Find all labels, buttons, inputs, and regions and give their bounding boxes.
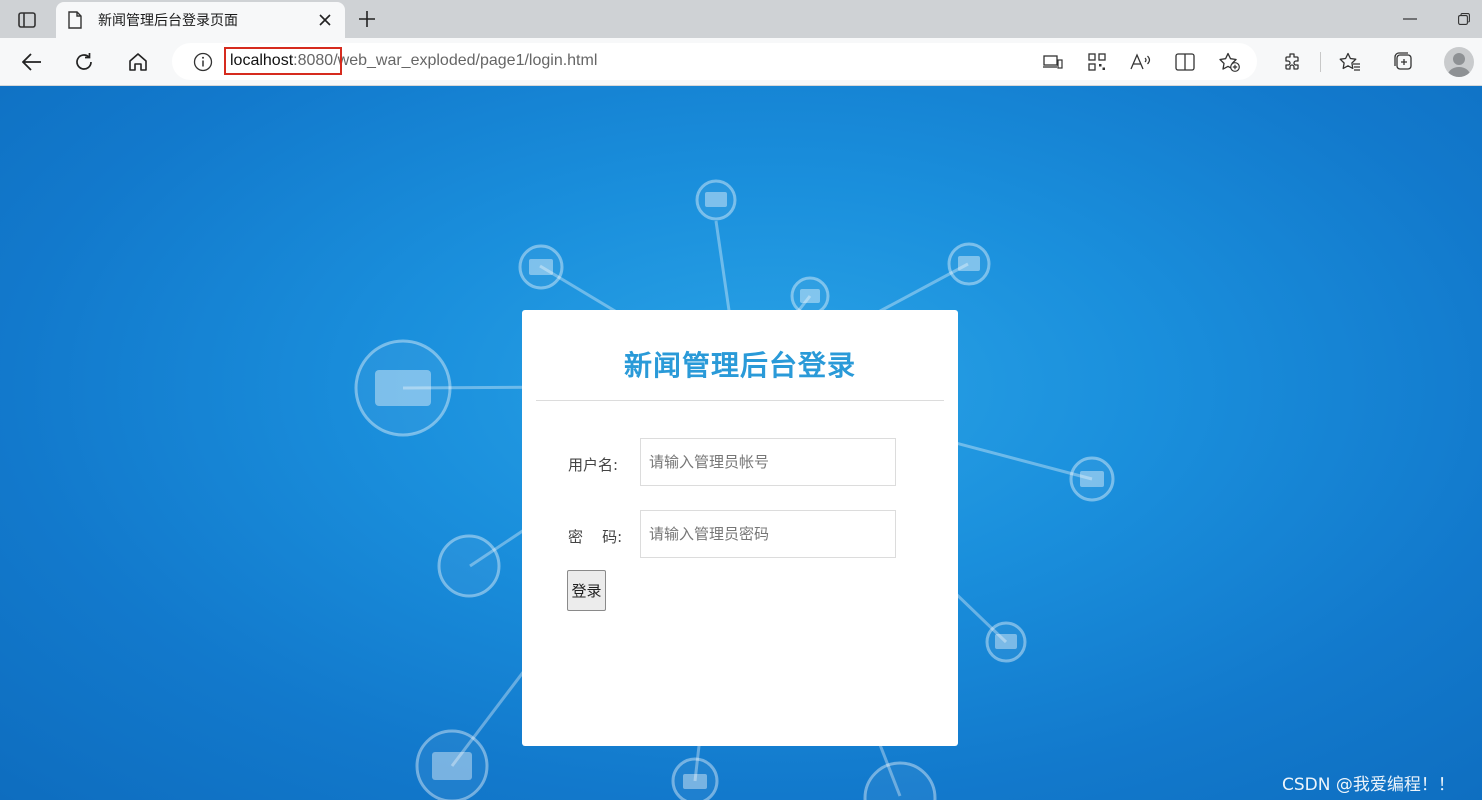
password-input[interactable]: [640, 510, 896, 558]
close-tab-icon[interactable]: [311, 6, 339, 34]
split-screen-icon[interactable]: [1172, 49, 1198, 75]
tab-strip: 新闻管理后台登录页面: [0, 0, 1482, 38]
app-available-icon[interactable]: [1040, 49, 1066, 75]
login-button[interactable]: 登录: [567, 570, 606, 611]
url-highlight-box: [224, 47, 342, 75]
csdn-watermark: CSDN @我爱编程！！: [1282, 775, 1455, 795]
restore-icon[interactable]: [1452, 8, 1476, 30]
collections-icon[interactable]: [1388, 46, 1420, 78]
login-page: 新闻管理后台登录 用户名: 密 码: 登录: [0, 86, 1482, 800]
title-divider: [536, 400, 944, 401]
refresh-icon[interactable]: [68, 46, 100, 78]
password-label: 密 码:: [568, 528, 623, 546]
add-favorite-icon[interactable]: [1216, 49, 1242, 75]
qr-code-icon[interactable]: [1084, 49, 1110, 75]
minimize-icon[interactable]: [1398, 8, 1422, 30]
url-path: /web_war_exploded/page1/login.html: [333, 52, 598, 69]
favorites-icon[interactable]: [1334, 46, 1366, 78]
info-icon[interactable]: [192, 51, 214, 73]
home-icon[interactable]: [122, 46, 154, 78]
extensions-icon[interactable]: [1276, 46, 1308, 78]
address-bar[interactable]: localhost:8080/web_war_exploded/page1/lo…: [172, 43, 1257, 80]
back-icon[interactable]: [16, 46, 48, 78]
read-aloud-icon[interactable]: [1128, 49, 1154, 75]
username-input[interactable]: [640, 438, 896, 486]
browser-toolbar: localhost:8080/web_war_exploded/page1/lo…: [0, 38, 1482, 86]
browser-tab[interactable]: 新闻管理后台登录页面: [56, 2, 345, 38]
toolbar-divider: [1320, 52, 1321, 72]
login-title: 新闻管理后台登录: [623, 349, 856, 382]
username-label: 用户名:: [568, 456, 619, 474]
page-icon: [68, 10, 86, 30]
profile-avatar[interactable]: [1444, 47, 1474, 77]
login-card: 新闻管理后台登录 用户名: 密 码: 登录: [522, 310, 958, 746]
tab-actions-icon[interactable]: [10, 6, 44, 34]
tab-title: 新闻管理后台登录页面: [98, 13, 238, 29]
new-tab-icon[interactable]: [352, 5, 382, 33]
